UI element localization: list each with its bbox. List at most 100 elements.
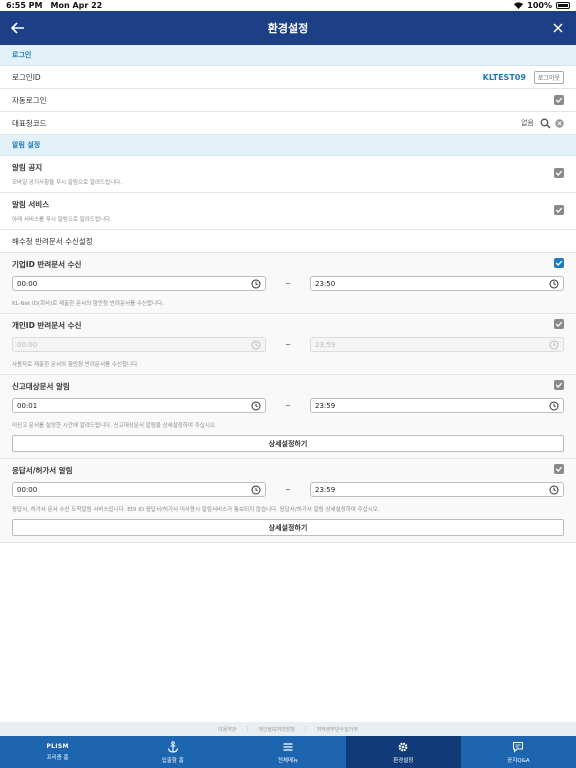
end-time-input[interactable]: 23:59 bbox=[310, 482, 564, 497]
time-range: 00:00 ~ 23:59 bbox=[12, 337, 564, 352]
check-icon bbox=[555, 207, 563, 213]
alarm-title: 응답서/허가서 알림 bbox=[12, 465, 73, 475]
alarm-service-row: 알림 서비스 아래 서비스를 푸시 알림으로 알려드립니다. bbox=[0, 193, 576, 230]
alarm-service-checkbox[interactable] bbox=[554, 205, 564, 215]
end-time-input[interactable]: 23:59 bbox=[310, 398, 564, 413]
start-time-input: 00:00 bbox=[12, 337, 266, 352]
end-time-value: 23:59 bbox=[315, 401, 336, 410]
clock-icon bbox=[549, 401, 559, 411]
rep-code-label: 대표청코드 bbox=[12, 118, 47, 128]
alarm-title: 개인ID 반려문서 수신 bbox=[12, 320, 82, 330]
settings-content: 로그인 로그인ID KLTEST09 로그아웃 자동로그인 대표청코드 없음 알… bbox=[0, 45, 576, 543]
bottom-tab-bar: PLISM 프리즘 홈 입출항 홈 전체메뉴 환경설정 공지Q&A bbox=[0, 736, 576, 768]
status-date: Mon Apr 22 bbox=[50, 1, 103, 10]
tab-label: 프리즘 홈 bbox=[46, 755, 69, 761]
email-policy-link[interactable]: 저작권무단수집거부 bbox=[317, 726, 358, 733]
logout-button[interactable]: 로그아웃 bbox=[533, 70, 564, 84]
end-time-value: 23:59 bbox=[315, 340, 336, 349]
reject-settings-label: 해수청 반려문서 수신설정 bbox=[12, 236, 93, 246]
battery-percent: 100% bbox=[527, 1, 552, 10]
alarm-title: 신고대상문서 알림 bbox=[12, 381, 70, 391]
clock-icon bbox=[549, 340, 559, 350]
detail-settings-button[interactable]: 상세설정하기 bbox=[12, 435, 564, 452]
gear-icon bbox=[398, 742, 408, 751]
plism-icon: PLISM bbox=[46, 743, 69, 750]
alarm-personal-reject-checkbox[interactable] bbox=[554, 319, 564, 329]
alarm-desc: KL-Net ID(회사)로 제출한 문서의 항만청 반려문서를 수신합니다. bbox=[12, 301, 164, 307]
tab-all-menu[interactable]: 전체메뉴 bbox=[230, 736, 345, 768]
alarm-notice-desc: 모바일 공지사항을 푸시 알림으로 알려드립니다. bbox=[12, 180, 122, 186]
check-icon bbox=[555, 382, 563, 388]
tab-label: 환경설정 bbox=[393, 757, 414, 764]
auto-login-checkbox[interactable] bbox=[554, 95, 564, 105]
time-separator: ~ bbox=[285, 401, 291, 410]
alarm-company-reject-checkbox[interactable] bbox=[554, 258, 564, 268]
section-header-login: 로그인 bbox=[0, 45, 576, 66]
auto-login-row: 자동로그인 bbox=[0, 89, 576, 112]
clock-icon bbox=[251, 279, 261, 289]
alarm-response-checkbox[interactable] bbox=[554, 464, 564, 474]
clear-icon[interactable] bbox=[555, 118, 564, 128]
alarm-declaration-doc: 신고대상문서 알림 00:01 ~ 23:59 미신고 문서를 설정한 시간에 … bbox=[0, 375, 576, 459]
clock-icon bbox=[549, 279, 559, 289]
clock-icon bbox=[549, 485, 559, 495]
alarm-desc: 응답서, 허가서 문서 수신 도착알림 서비스입니다. EDI ID 응답서/허… bbox=[12, 507, 380, 513]
rep-code-row: 대표청코드 없음 bbox=[0, 112, 576, 135]
login-id-row: 로그인ID KLTEST09 로그아웃 bbox=[0, 66, 576, 89]
page-title: 환경설정 bbox=[267, 22, 309, 35]
tab-label: 전체메뉴 bbox=[277, 757, 299, 764]
terms-link[interactable]: 이용약관 bbox=[218, 726, 236, 733]
alarm-desc: 사용자로 제출한 문서의 항만청 반려문서를 수신합니다. bbox=[12, 362, 139, 368]
login-id-value: KLTEST09 bbox=[482, 72, 526, 82]
back-button[interactable] bbox=[8, 17, 28, 39]
check-icon bbox=[555, 260, 563, 266]
start-time-value: 00:01 bbox=[17, 401, 38, 410]
login-id-label: 로그인ID bbox=[12, 72, 41, 82]
rep-code-value: 없음 bbox=[521, 119, 534, 127]
time-separator: ~ bbox=[285, 340, 291, 349]
start-time-value: 00:00 bbox=[17, 340, 38, 349]
chat-icon bbox=[513, 741, 524, 753]
time-range: 00:00 ~ 23:59 bbox=[12, 482, 564, 497]
section-header-alarm: 알림 설정 bbox=[0, 135, 576, 156]
alarm-response-permit: 응답서/허가서 알림 00:00 ~ 23:59 응답서, 허가서 문서 수신 … bbox=[0, 459, 576, 543]
tab-plism-home[interactable]: PLISM 프리즘 홈 bbox=[0, 736, 115, 768]
tab-port-home[interactable]: 입출항 홈 bbox=[115, 736, 230, 768]
search-icon[interactable] bbox=[540, 118, 551, 129]
alarm-notice-checkbox[interactable] bbox=[554, 168, 564, 178]
battery-icon bbox=[556, 2, 570, 9]
tab-notice-qna[interactable]: 공지Q&A bbox=[461, 736, 576, 768]
check-icon bbox=[555, 466, 563, 472]
end-time-value: 23:50 bbox=[315, 279, 336, 288]
close-icon bbox=[553, 23, 563, 33]
start-time-input[interactable]: 00:00 bbox=[12, 276, 266, 291]
alarm-company-reject: 기업ID 반려문서 수신 00:00 ~ 23:50 KL-Net ID(회사)… bbox=[0, 253, 576, 314]
alarm-notice-title: 알림 공지 bbox=[12, 163, 43, 172]
nav-bar: 환경설정 bbox=[0, 11, 576, 45]
clock-icon bbox=[251, 401, 261, 411]
privacy-link[interactable]: 개인정보처리방침 bbox=[258, 726, 295, 733]
tab-settings[interactable]: 환경설정 bbox=[345, 736, 461, 768]
anchor-icon bbox=[167, 740, 178, 753]
start-time-input[interactable]: 00:01 bbox=[12, 398, 266, 413]
check-icon bbox=[555, 97, 563, 103]
start-time-input[interactable]: 00:00 bbox=[12, 482, 266, 497]
footer-links: 이용약관 | 개인정보처리방침 | 저작권무단수집거부 bbox=[0, 722, 576, 736]
auto-login-label: 자동로그인 bbox=[12, 95, 47, 105]
end-time-input[interactable]: 23:50 bbox=[310, 276, 564, 291]
time-separator: ~ bbox=[285, 279, 291, 288]
back-arrow-icon bbox=[11, 22, 24, 34]
footer-divider: | bbox=[246, 726, 249, 732]
clock-icon bbox=[251, 340, 261, 350]
clock-icon bbox=[251, 485, 261, 495]
end-time-value: 23:59 bbox=[315, 485, 336, 494]
time-range: 00:01 ~ 23:59 bbox=[12, 398, 564, 413]
alarm-desc: 미신고 문서를 설정한 시간에 알려드립니다. 신고대상문서 알림을 상세설정하… bbox=[12, 423, 217, 429]
time-separator: ~ bbox=[285, 485, 291, 494]
detail-settings-button[interactable]: 상세설정하기 bbox=[12, 519, 564, 536]
alarm-declaration-checkbox[interactable] bbox=[554, 380, 564, 390]
reject-settings-header: 해수청 반려문서 수신설정 bbox=[0, 230, 576, 253]
close-button[interactable] bbox=[548, 17, 568, 39]
status-bar: 6:55 PM Mon Apr 22 100% bbox=[0, 0, 576, 11]
menu-icon bbox=[283, 742, 293, 751]
